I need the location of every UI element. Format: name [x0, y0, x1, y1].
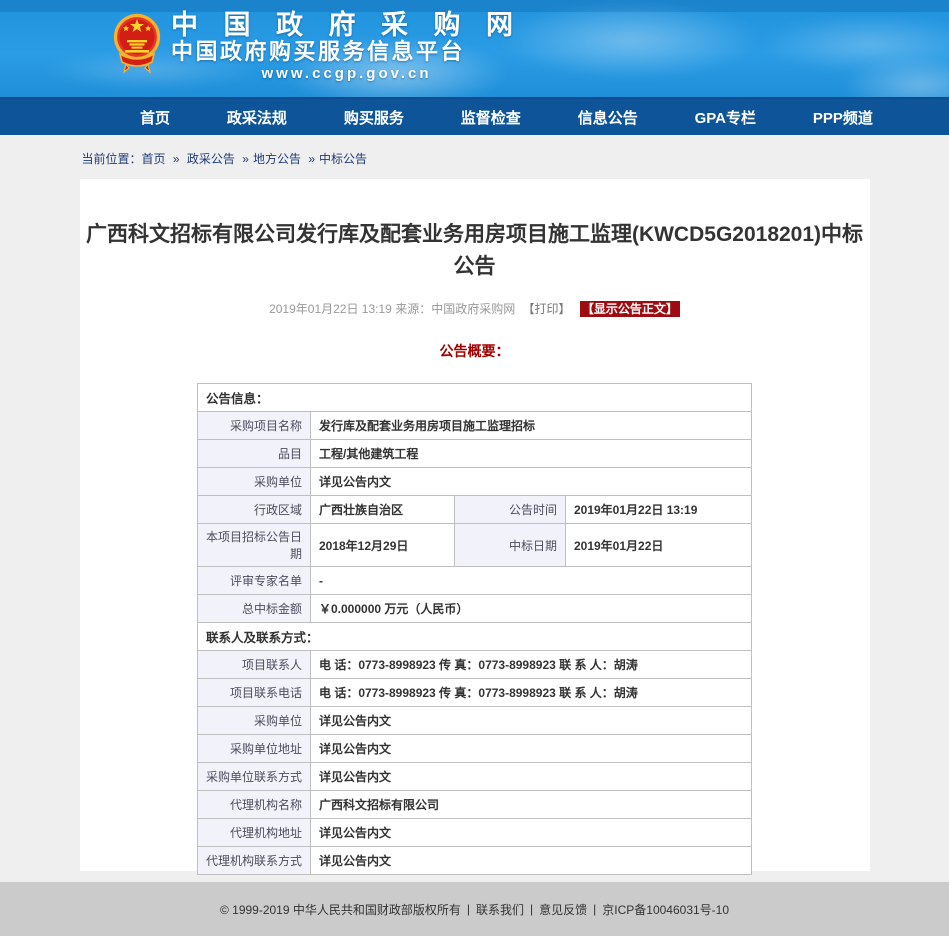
breadcrumb-procurement-notices[interactable]: 政采公告	[187, 152, 235, 166]
footer-icp-number: 京ICP备10046031号-10	[602, 901, 729, 918]
table-row: 项目联系电话 电 话：0773-8998923 传 真：0773-8998923…	[197, 679, 751, 707]
row-label: 公告时间	[454, 496, 565, 524]
article-source: 来源：中国政府采购网	[395, 302, 515, 316]
row-label: 中标日期	[454, 524, 565, 567]
row-value: 详见公告内文	[310, 819, 751, 847]
section-heading: 公告信息：	[197, 384, 751, 412]
publish-time: 2019年01月22日 13:19	[269, 302, 392, 316]
row-value: 广西壮族自治区	[310, 496, 454, 524]
table-row: 采购单位地址 详见公告内文	[197, 735, 751, 763]
row-label: 采购单位联系方式	[197, 763, 310, 791]
table-section-row: 公告信息：	[197, 384, 751, 412]
row-value: 详见公告内文	[310, 735, 751, 763]
row-value: 2019年01月22日 13:19	[565, 496, 751, 524]
national-emblem-icon	[112, 10, 162, 84]
footer-separator: |	[467, 902, 470, 916]
row-value: 详见公告内文	[310, 763, 751, 791]
table-row: 项目联系人 电 话：0773-8998923 传 真：0773-8998923 …	[197, 651, 751, 679]
page-title: 广西科文招标有限公司发行库及配套业务用房项目施工监理(KWCD5G2018201…	[80, 219, 870, 283]
row-label: 行政区域	[197, 496, 310, 524]
site-header: 中 国 政 府 采 购 网 中国政府购买服务信息平台 www.ccgp.gov.…	[0, 0, 949, 97]
breadcrumb-separator: »	[308, 152, 315, 166]
cloud-decoration	[500, 0, 760, 80]
footer-copyright: © 1999-2019 中华人民共和国财政部版权所有	[220, 901, 461, 918]
row-label: 评审专家名单	[197, 567, 310, 595]
row-value: 2018年12月29日	[310, 524, 454, 567]
row-value: 电 话：0773-8998923 传 真：0773-8998923 联 系 人：…	[310, 679, 751, 707]
table-row: 行政区域 广西壮族自治区 公告时间 2019年01月22日 13:19	[197, 496, 751, 524]
row-label: 代理机构名称	[197, 791, 310, 819]
row-label: 采购单位	[197, 707, 310, 735]
row-value: 广西科文招标有限公司	[310, 791, 751, 819]
breadcrumb-award-notices[interactable]: 中标公告	[319, 152, 367, 166]
nav-item-supervision[interactable]: 监督检查	[461, 107, 521, 128]
row-label: 项目联系电话	[197, 679, 310, 707]
table-row: 总中标金额 ￥0.000000 万元（人民币）	[197, 595, 751, 623]
footer-gap	[0, 871, 949, 882]
print-button[interactable]: 【打印】	[523, 302, 571, 316]
nav-item-regulations[interactable]: 政采法规	[227, 107, 287, 128]
section-heading: 联系人及联系方式：	[197, 623, 751, 651]
row-label: 采购单位	[197, 468, 310, 496]
article-meta: 2019年01月22日 13:19 来源：中国政府采购网 【打印】 【显示公告正…	[80, 300, 870, 317]
breadcrumb-prefix: 当前位置：	[82, 152, 142, 166]
nav-item-ppp[interactable]: PPP频道	[813, 107, 873, 128]
table-row: 本项目招标公告日期 2018年12月29日 中标日期 2019年01月22日	[197, 524, 751, 567]
table-row: 采购项目名称 发行库及配套业务用房项目施工监理招标	[197, 412, 751, 440]
announcement-info-table: 公告信息： 采购项目名称 发行库及配套业务用房项目施工监理招标 品目 工程/其他…	[197, 383, 752, 875]
nav-item-purchase[interactable]: 购买服务	[344, 107, 404, 128]
nav-item-gpa[interactable]: GPA专栏	[695, 107, 756, 128]
row-label: 品目	[197, 440, 310, 468]
row-value: ￥0.000000 万元（人民币）	[310, 595, 751, 623]
breadcrumb-separator: »	[173, 152, 180, 166]
row-label: 总中标金额	[197, 595, 310, 623]
footer-feedback-link[interactable]: 意见反馈	[539, 901, 587, 918]
row-value: 2019年01月22日	[565, 524, 751, 567]
row-value: 详见公告内文	[310, 468, 751, 496]
row-value: -	[310, 567, 751, 595]
site-subtitle: 中国政府购买服务信息平台	[171, 40, 522, 64]
table-row: 品目 工程/其他建筑工程	[197, 440, 751, 468]
site-url: www.ccgp.gov.cn	[171, 64, 522, 84]
table-section-row: 联系人及联系方式：	[197, 623, 751, 651]
row-label: 采购单位地址	[197, 735, 310, 763]
main-nav: 首页 政采法规 购买服务 监督检查 信息公告 GPA专栏 PPP频道	[0, 97, 949, 135]
footer-separator: |	[530, 902, 533, 916]
table-row: 采购单位 详见公告内文	[197, 468, 751, 496]
site-logo[interactable]: 中 国 政 府 采 购 网 中国政府购买服务信息平台 www.ccgp.gov.…	[112, 10, 522, 84]
row-label: 采购项目名称	[197, 412, 310, 440]
row-label: 本项目招标公告日期	[197, 524, 310, 567]
show-full-notice-button[interactable]: 【显示公告正文】	[580, 301, 680, 317]
nav-item-home[interactable]: 首页	[140, 107, 170, 128]
table-row: 采购单位 详见公告内文	[197, 707, 751, 735]
row-label: 代理机构地址	[197, 819, 310, 847]
breadcrumb-separator: »	[242, 152, 249, 166]
breadcrumb: 当前位置：首页 » 政采公告 » 地方公告 » 中标公告	[80, 135, 870, 179]
table-row: 代理机构名称 广西科文招标有限公司	[197, 791, 751, 819]
table-row: 代理机构地址 详见公告内文	[197, 819, 751, 847]
breadcrumb-home[interactable]: 首页	[142, 152, 166, 166]
site-footer: © 1999-2019 中华人民共和国财政部版权所有 | 联系我们 | 意见反馈…	[0, 882, 949, 936]
summary-heading: 公告概要：	[80, 341, 870, 361]
row-value: 工程/其他建筑工程	[310, 440, 751, 468]
table-row: 采购单位联系方式 详见公告内文	[197, 763, 751, 791]
nav-item-announcements[interactable]: 信息公告	[578, 107, 638, 128]
breadcrumb-local-notices[interactable]: 地方公告	[253, 152, 301, 166]
row-value: 电 话：0773-8998923 传 真：0773-8998923 联 系 人：…	[310, 651, 751, 679]
footer-separator: |	[593, 902, 596, 916]
site-title: 中 国 政 府 采 购 网	[171, 10, 522, 40]
footer-contact-link[interactable]: 联系我们	[476, 901, 524, 918]
row-value: 详见公告内文	[310, 707, 751, 735]
row-value: 发行库及配套业务用房项目施工监理招标	[310, 412, 751, 440]
content-panel: 广西科文招标有限公司发行库及配套业务用房项目施工监理(KWCD5G2018201…	[80, 179, 870, 871]
row-label: 项目联系人	[197, 651, 310, 679]
table-row: 评审专家名单 -	[197, 567, 751, 595]
